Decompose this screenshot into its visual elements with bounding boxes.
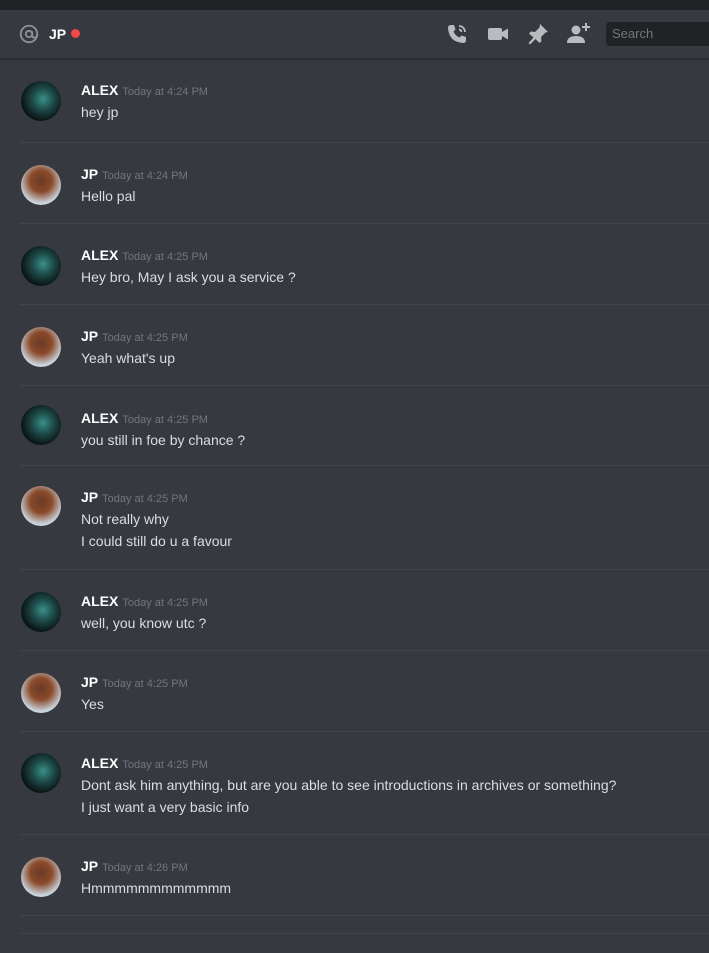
add-friend-icon[interactable]: [566, 22, 590, 46]
message-author[interactable]: JP Today at 4:25 PM: [81, 327, 188, 347]
message-timestamp: Today at 4:24 PM: [102, 170, 188, 182]
message-group[interactable]: ALEX Today at 4:25 PM you still in foe by …: [0, 386, 709, 466]
message-timestamp: Today at 4:25 PM: [102, 493, 188, 505]
author-name[interactable]: JP: [81, 858, 98, 874]
message-timestamp: Today at 4:25 PM: [102, 678, 188, 690]
message-author[interactable]: ALEX Today at 4:25 PM: [81, 246, 208, 266]
author-name[interactable]: JP: [81, 674, 98, 690]
message-text: Hello pal: [81, 188, 136, 204]
pin-icon[interactable]: [526, 22, 550, 46]
message-author[interactable]: JP Today at 4:25 PM: [81, 488, 188, 508]
message-author[interactable]: JP Today at 4:25 PM: [81, 673, 188, 693]
message-text: Yeah what's up: [81, 350, 176, 366]
video-call-icon[interactable]: [486, 22, 510, 46]
message-group[interactable]: ALEX Today at 4:25 PM Dont ask him anythin…: [0, 732, 709, 835]
message-text: hey jp: [81, 104, 119, 120]
message-text: I just want a very basic info: [81, 799, 250, 815]
avatar[interactable]: [21, 81, 61, 121]
message-text: I could still do u a favour: [81, 533, 232, 549]
message-timestamp: Today at 4:25 PM: [122, 414, 208, 426]
author-name[interactable]: ALEX: [81, 82, 118, 98]
message-group[interactable]: ALEX Today at 4:25 PM well, you know utc ?: [0, 570, 709, 651]
message-group[interactable]: JP Today at 4:26 PM Hmmmmmmmmmmmm: [0, 835, 709, 916]
message-timestamp: Today at 4:24 PM: [122, 86, 208, 98]
message-group[interactable]: JP Today at 4:25 PM Yes: [0, 651, 709, 732]
avatar[interactable]: [21, 246, 61, 286]
author-name[interactable]: JP: [81, 489, 98, 505]
avatar[interactable]: [21, 857, 61, 897]
avatar[interactable]: [21, 405, 61, 445]
author-name[interactable]: ALEX: [81, 410, 118, 426]
message-timestamp: Today at 4:25 PM: [122, 759, 208, 771]
avatar[interactable]: [21, 592, 61, 632]
message-author[interactable]: ALEX Today at 4:25 PM: [81, 409, 208, 429]
message-group[interactable]: JP Today at 4:25 PM Yeah what's up: [0, 305, 709, 386]
message-text: Hey bro, May I ask you a service ?: [81, 269, 296, 285]
at-icon: [19, 24, 39, 44]
message-author[interactable]: ALEX Today at 4:25 PM: [81, 592, 208, 612]
message-timestamp: Today at 4:25 PM: [122, 597, 208, 609]
dnd-status-indicator: [71, 29, 80, 38]
message-group[interactable]: ALEX Today at 4:24 PM hey jp: [0, 59, 709, 143]
message-group[interactable]: JP Today at 4:24 PM Hello pal: [0, 143, 709, 224]
author-name[interactable]: JP: [81, 166, 98, 182]
author-name[interactable]: ALEX: [81, 755, 118, 771]
author-name[interactable]: JP: [81, 328, 98, 344]
message-text: Yes: [81, 696, 104, 712]
author-name[interactable]: ALEX: [81, 593, 118, 609]
channel-name: JP: [49, 26, 67, 42]
avatar[interactable]: [21, 753, 61, 793]
author-name[interactable]: ALEX: [81, 247, 118, 263]
message-author[interactable]: ALEX Today at 4:25 PM: [81, 754, 208, 774]
message-timestamp: Today at 4:25 PM: [122, 251, 208, 263]
message-text: Dont ask him anything, but are you able …: [81, 777, 617, 793]
phone-call-icon[interactable]: [445, 22, 469, 46]
avatar[interactable]: [21, 165, 61, 205]
message-author[interactable]: JP Today at 4:26 PM: [81, 857, 188, 877]
message-group[interactable]: JP Today at 4:25 PM Not really why I could …: [0, 466, 709, 570]
message-group[interactable]: ALEX Today at 4:25 PM Hey bro, May I ask y…: [0, 224, 709, 305]
message-text: you still in foe by chance ?: [81, 432, 246, 448]
avatar[interactable]: [21, 673, 61, 713]
divider: [20, 933, 709, 934]
channel-header: JP Search: [0, 10, 709, 59]
window-top-strip: [0, 0, 709, 10]
avatar[interactable]: [21, 327, 61, 367]
message-author[interactable]: ALEX Today at 4:24 PM: [81, 81, 208, 101]
search-input[interactable]: Search: [606, 22, 709, 46]
message-divider: [20, 915, 709, 916]
message-timestamp: Today at 4:25 PM: [102, 332, 188, 344]
avatar[interactable]: [21, 486, 61, 526]
message-text: Not really why: [81, 511, 169, 527]
message-timestamp: Today at 4:26 PM: [102, 862, 188, 874]
message-list: ALEX Today at 4:24 PM hey jp JP Today at 4:2…: [0, 59, 709, 916]
message-text: well, you know utc ?: [81, 615, 207, 631]
message-author[interactable]: JP Today at 4:24 PM: [81, 165, 188, 185]
message-text: Hmmmmmmmmmmmm: [81, 880, 232, 896]
